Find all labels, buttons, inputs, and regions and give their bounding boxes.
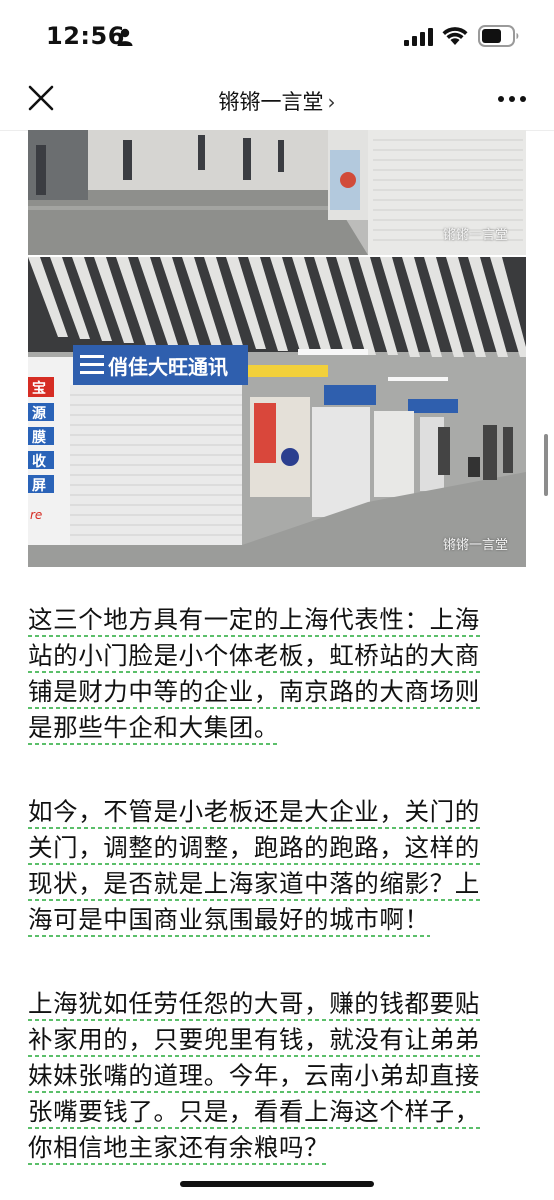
left-sign-char-4: 收: [32, 453, 47, 470]
shop-sign-text: 俏佳大旺通讯: [108, 355, 228, 379]
text-line: 铺是财力中等的企业，南京路的大商场则: [28, 674, 528, 710]
text-line: 这三个地方具有一定的上海代表性：上海: [28, 602, 528, 638]
article-paragraph-1: 这三个地方具有一定的上海代表性：上海 站的小门脸是小个体老板，虹桥站的大商 铺是…: [28, 602, 528, 746]
person-icon: [117, 28, 133, 46]
article-photo-corridor: 锵锵一言堂: [28, 130, 526, 255]
shutters-photo-drawing: 俏佳大旺通讯 宝 源 膜 收 屏 re: [28, 257, 526, 567]
article-paragraph-3: 上海犹如任劳任怨的大哥，赚的钱都要贴 补家用的，只要兜里有钱，就没有让弟弟 妹妹…: [28, 986, 528, 1166]
photo-watermark: 锵锵一言堂: [442, 538, 508, 553]
text-line: 现状，是否就是上海家道中落的缩影？上: [28, 866, 528, 902]
photo-watermark: 锵锵一言堂: [442, 228, 508, 243]
text-line: 妹妹张嘴的道理。今年，云南小弟却直接: [28, 1058, 528, 1094]
left-sign-fragment: re: [30, 508, 42, 522]
article-paragraph-2: 如今，不管是小老板还是大企业，关门的 关门，调整的调整，跑路的跑路，这样的 现状…: [28, 794, 528, 938]
chevron-right-icon[interactable]: ›: [328, 90, 336, 114]
article-photo-shutters: 俏佳大旺通讯 宝 源 膜 收 屏 re 锵锵一言堂: [28, 257, 526, 567]
text-line: 补家用的，只要兜里有钱，就没有让弟弟: [28, 1022, 528, 1058]
left-sign-char-3: 膜: [32, 429, 46, 446]
text-line: 是那些牛企和大集团。: [28, 710, 528, 746]
scrollbar[interactable]: [544, 434, 548, 496]
cellular-signal-icon: [404, 28, 433, 46]
text-line: 上海犹如任劳任怨的大哥，赚的钱都要贴: [28, 986, 528, 1022]
account-name[interactable]: 锵锵一言堂: [219, 90, 324, 114]
left-sign-char-5: 屏: [32, 478, 46, 494]
left-sign-char-1: 宝: [32, 380, 46, 397]
more-icon[interactable]: [497, 94, 527, 104]
text-line: 如今，不管是小老板还是大企业，关门的: [28, 794, 528, 830]
left-sign-char-2: 源: [32, 405, 46, 422]
status-bar: 12:56: [0, 0, 554, 72]
text-line: 关门，调整的调整，跑路的跑路，这样的: [28, 830, 528, 866]
wifi-icon: [442, 27, 468, 45]
text-line: 你相信地主家还有余粮吗？: [28, 1130, 528, 1166]
text-line: 张嘴要钱了。只是，看看上海这个样子，: [28, 1094, 528, 1130]
text-line: 站的小门脸是小个体老板，虹桥站的大商: [28, 638, 528, 674]
status-time: 12:56: [46, 22, 125, 50]
home-indicator[interactable]: [180, 1181, 374, 1187]
nav-bar: 锵锵一言堂 ›: [0, 72, 554, 131]
text-line: 海可是中国商业氛围最好的城市啊！: [28, 902, 528, 938]
account-title[interactable]: 锵锵一言堂 ›: [0, 86, 554, 116]
battery-icon: [478, 25, 519, 47]
